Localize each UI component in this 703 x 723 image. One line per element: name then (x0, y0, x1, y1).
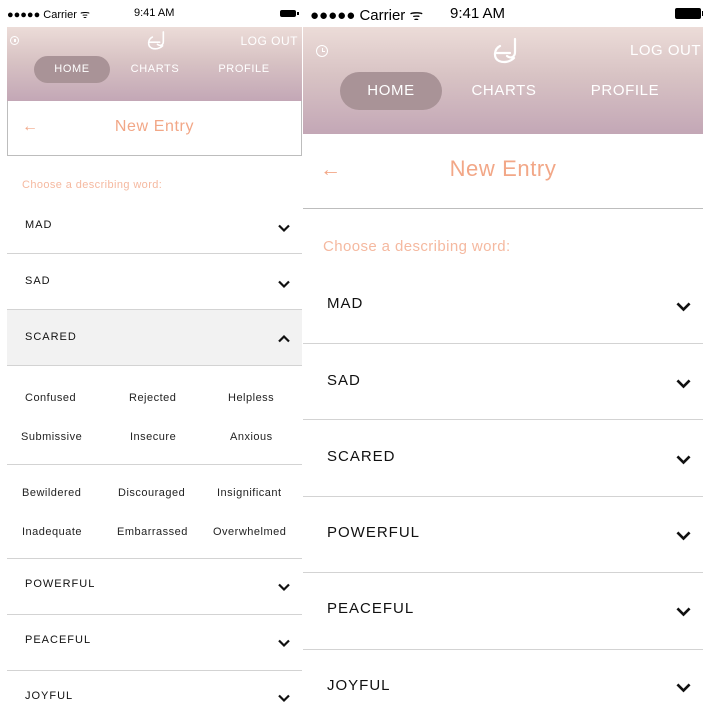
chevron-down-icon (676, 531, 691, 541)
status-time: 9:41 AM (134, 7, 175, 19)
category-mad[interactable]: MAD (303, 267, 703, 344)
logout-button[interactable]: LOG OUT (630, 42, 701, 59)
word-option[interactable]: Anxious (230, 431, 273, 443)
status-bar: ●●●●● Carrier ᯤ 9:41 AM (7, 0, 302, 27)
category-scared[interactable]: SCARED (303, 420, 703, 497)
phone-screen-collapsed: ●●●●● Carrier ᯤ 9:41 AM LOG OUT HOME CHA… (303, 0, 703, 723)
category-label: SCARED (25, 331, 77, 343)
describing-word-prompt: Choose a describing word: (323, 238, 511, 255)
chevron-down-icon (278, 224, 290, 233)
chevron-down-icon (278, 583, 290, 592)
status-bar: ●●●●● Carrier ᯤ 9:41 AM (303, 0, 703, 27)
word-option[interactable]: Overwhelmed (213, 526, 286, 538)
tab-profile[interactable]: PROFILE (579, 72, 671, 110)
category-label: PEACEFUL (25, 634, 92, 646)
tab-home[interactable]: HOME (340, 72, 442, 110)
category-peaceful[interactable]: PEACEFUL (7, 615, 302, 671)
word-option[interactable]: Helpless (228, 392, 274, 404)
chevron-down-icon (676, 683, 691, 693)
category-sad[interactable]: SAD (7, 254, 302, 310)
app-header: LOG OUT HOME CHARTS PROFILE (7, 27, 302, 101)
new-entry-bar: ← New Entry (303, 134, 703, 209)
category-label: PEACEFUL (327, 600, 415, 617)
chevron-down-icon (676, 379, 691, 389)
scared-word-group-2: Bewildered Discouraged Insignificant Ina… (7, 465, 302, 559)
category-label: JOYFUL (25, 690, 74, 702)
carrier-signal: ●●●●● Carrier ᯤ (7, 9, 90, 21)
category-powerful[interactable]: POWERFUL (303, 497, 703, 573)
battery-icon (675, 8, 703, 19)
page-title: New Entry (114, 118, 195, 135)
category-label: MAD (25, 219, 53, 231)
chevron-down-icon (676, 455, 691, 465)
page-title: New Entry (449, 156, 557, 181)
word-option[interactable]: Confused (25, 392, 76, 404)
category-scared[interactable]: SCARED (7, 310, 302, 366)
word-option[interactable]: Bewildered (22, 487, 81, 499)
word-option[interactable]: Rejected (129, 392, 176, 404)
chevron-down-icon (676, 607, 691, 617)
chevron-down-icon (278, 280, 290, 289)
carrier-signal: ●●●●● Carrier ᯤ (310, 7, 424, 24)
tab-charts[interactable]: CHARTS (458, 72, 550, 110)
word-option[interactable]: Submissive (21, 431, 82, 443)
category-sad[interactable]: SAD (303, 344, 703, 420)
phone-screen-expanded: ●●●●● Carrier ᯤ 9:41 AM LOG OUT HOME CHA… (7, 0, 302, 723)
new-entry-bar: ← New Entry (7, 101, 302, 156)
category-joyful[interactable]: JOYFUL (303, 650, 703, 723)
tab-charts[interactable]: CHARTS (123, 56, 187, 83)
logo-icon (493, 37, 517, 64)
category-label: SAD (25, 275, 51, 287)
tab-home[interactable]: HOME (34, 56, 110, 83)
logout-button[interactable]: LOG OUT (240, 34, 298, 48)
word-option[interactable]: Embarrassed (117, 526, 188, 538)
battery-icon (280, 10, 299, 17)
history-icon[interactable] (316, 45, 328, 57)
status-time: 9:41 AM (450, 5, 506, 22)
category-powerful[interactable]: POWERFUL (7, 559, 302, 615)
category-joyful[interactable]: JOYFUL (7, 671, 302, 723)
chevron-down-icon (676, 302, 691, 312)
word-option[interactable]: Insecure (130, 431, 176, 443)
category-label: SAD (327, 372, 361, 389)
tab-profile[interactable]: PROFILE (212, 56, 276, 83)
describing-word-prompt: Choose a describing word: (22, 179, 163, 191)
word-option[interactable]: Discouraged (118, 487, 185, 499)
word-option[interactable]: Inadequate (22, 526, 82, 538)
chevron-up-icon (278, 334, 290, 343)
history-icon[interactable] (10, 36, 19, 45)
logo-icon (147, 31, 165, 50)
category-label: POWERFUL (25, 578, 96, 590)
category-label: SCARED (327, 448, 396, 465)
scared-word-group-1: Confused Rejected Helpless Submissive In… (7, 366, 302, 465)
category-label: JOYFUL (327, 677, 391, 694)
chevron-down-icon (278, 694, 290, 703)
category-peaceful[interactable]: PEACEFUL (303, 573, 703, 650)
word-option[interactable]: Insignificant (217, 487, 282, 499)
chevron-down-icon (278, 639, 290, 648)
category-label: MAD (327, 295, 364, 312)
app-header: LOG OUT HOME CHARTS PROFILE (303, 27, 703, 134)
category-label: POWERFUL (327, 524, 421, 541)
category-mad[interactable]: MAD (7, 198, 302, 254)
